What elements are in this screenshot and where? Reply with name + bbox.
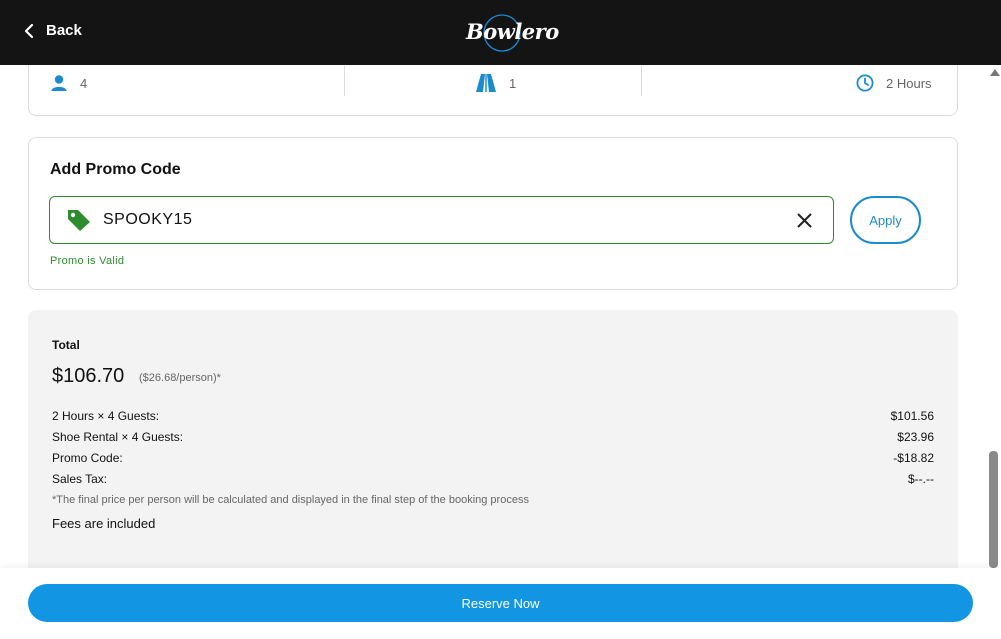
tag-icon xyxy=(68,210,90,231)
price-line-label: Shoe Rental × 4 Guests: xyxy=(52,430,184,444)
person-icon xyxy=(51,75,67,91)
lanes-count: 1 xyxy=(509,75,517,91)
booking-summary-card: 4 1 2 Hours xyxy=(28,65,958,116)
total-label: Total xyxy=(52,338,80,352)
price-line-label: Promo Code: xyxy=(52,451,123,465)
per-person-price: ($26.68/person)* xyxy=(139,372,221,384)
close-icon[interactable] xyxy=(796,212,813,229)
promo-title: Add Promo Code xyxy=(50,161,181,178)
top-header: Back Bowlero xyxy=(0,0,1001,65)
promo-code-value: SPOOKY15 xyxy=(103,211,193,228)
promo-code-input[interactable]: SPOOKY15 xyxy=(49,196,834,244)
chevron-left-icon xyxy=(24,23,34,38)
booking-content[interactable]: 4 1 2 Hours Add Promo Code SPOOKY15 Appl… xyxy=(0,65,988,568)
price-footnote: *The final price per person will be calc… xyxy=(52,494,529,506)
duration-summary: 2 Hours xyxy=(856,66,932,100)
price-line-label: Sales Tax: xyxy=(52,472,108,486)
bottom-action-bar: Reserve Now xyxy=(0,568,1001,639)
bowlero-logo[interactable]: Bowlero xyxy=(466,9,559,55)
price-line: 2 Hours × 4 Guests: $101.56 xyxy=(52,409,934,425)
guests-count: 4 xyxy=(80,75,88,91)
price-line-label: 2 Hours × 4 Guests: xyxy=(52,409,160,423)
scroll-up-arrow[interactable] xyxy=(990,69,1000,76)
price-line: Promo Code: -$18.82 xyxy=(52,451,934,467)
price-line-value: $--.-- xyxy=(908,472,934,486)
total-amount: $106.70 xyxy=(52,365,125,387)
promo-status-message: Promo is Valid xyxy=(50,255,125,267)
price-line: Sales Tax: $--.-- xyxy=(52,472,934,488)
price-line-value: -$18.82 xyxy=(893,451,934,465)
logo-text: Bowlero xyxy=(466,19,559,44)
clock-icon xyxy=(856,74,874,92)
fees-note: Fees are included xyxy=(52,516,156,531)
price-line: Shoe Rental × 4 Guests: $23.96 xyxy=(52,430,934,446)
back-label: Back xyxy=(46,22,82,39)
reserve-now-button[interactable]: Reserve Now xyxy=(28,584,973,622)
guests-summary: 4 xyxy=(50,66,87,100)
price-line-value: $101.56 xyxy=(890,409,934,423)
divider xyxy=(344,66,345,96)
divider xyxy=(641,66,642,96)
back-button[interactable]: Back xyxy=(22,22,82,39)
price-line-value: $23.96 xyxy=(897,430,934,444)
lanes-summary: 1 xyxy=(475,66,516,100)
promo-code-card: Add Promo Code SPOOKY15 Apply Promo is V… xyxy=(28,137,958,290)
bowling-lane-icon xyxy=(476,74,496,92)
total-card: Total $106.70 ($26.68/person)* 2 Hours ×… xyxy=(28,310,958,568)
scroll-thumb[interactable] xyxy=(989,451,998,568)
scrollbar[interactable] xyxy=(988,65,1001,568)
apply-button[interactable]: Apply xyxy=(850,196,921,244)
duration-value: 2 Hours xyxy=(886,75,932,91)
